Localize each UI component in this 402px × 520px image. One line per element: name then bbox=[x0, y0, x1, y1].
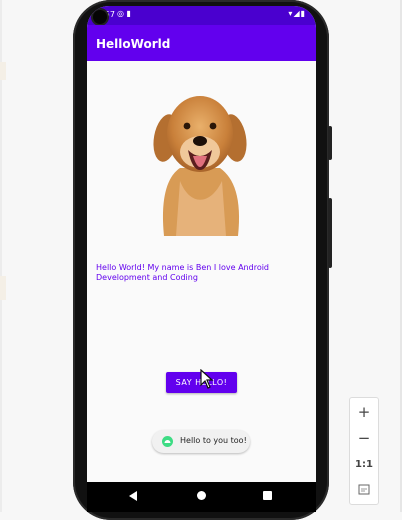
zoom-controls: + − 1:1 bbox=[349, 397, 379, 505]
zoom-in-button[interactable]: + bbox=[350, 400, 378, 424]
back-icon[interactable] bbox=[129, 491, 137, 501]
device-screen: 4:57 ◎ ▮ ▾◢▮ HelloWorld Hello World! My … bbox=[87, 6, 316, 482]
toast-text: Hello to you too! bbox=[180, 436, 247, 445]
fit-screen-icon bbox=[358, 484, 370, 494]
power-button[interactable] bbox=[328, 126, 332, 160]
mouse-cursor-icon bbox=[200, 369, 214, 389]
golden-retriever-dog-image bbox=[153, 96, 247, 236]
status-bar: 4:57 ◎ ▮ ▾◢▮ bbox=[87, 6, 316, 25]
volume-button[interactable] bbox=[328, 198, 332, 268]
recents-icon[interactable] bbox=[263, 491, 272, 500]
actual-size-button[interactable]: 1:1 bbox=[350, 452, 378, 476]
toast-message: Hello to you too! bbox=[152, 430, 250, 453]
app-bar: HelloWorld bbox=[87, 25, 316, 61]
home-icon[interactable] bbox=[197, 491, 206, 500]
signal-battery-icons: ▾◢▮ bbox=[288, 9, 306, 18]
canvas-edge-marker bbox=[0, 276, 6, 300]
app-title: HelloWorld bbox=[96, 37, 171, 51]
notification-icons: ◎ ▮ bbox=[117, 9, 131, 18]
navigation-bar bbox=[87, 482, 316, 512]
canvas-edge-marker bbox=[0, 62, 6, 80]
fit-screen-button[interactable] bbox=[350, 477, 378, 501]
zoom-out-button[interactable]: − bbox=[350, 426, 378, 450]
hello-message: Hello World! My name is Ben I love Andro… bbox=[96, 263, 270, 282]
android-app-icon bbox=[162, 436, 173, 447]
front-camera bbox=[93, 10, 107, 24]
